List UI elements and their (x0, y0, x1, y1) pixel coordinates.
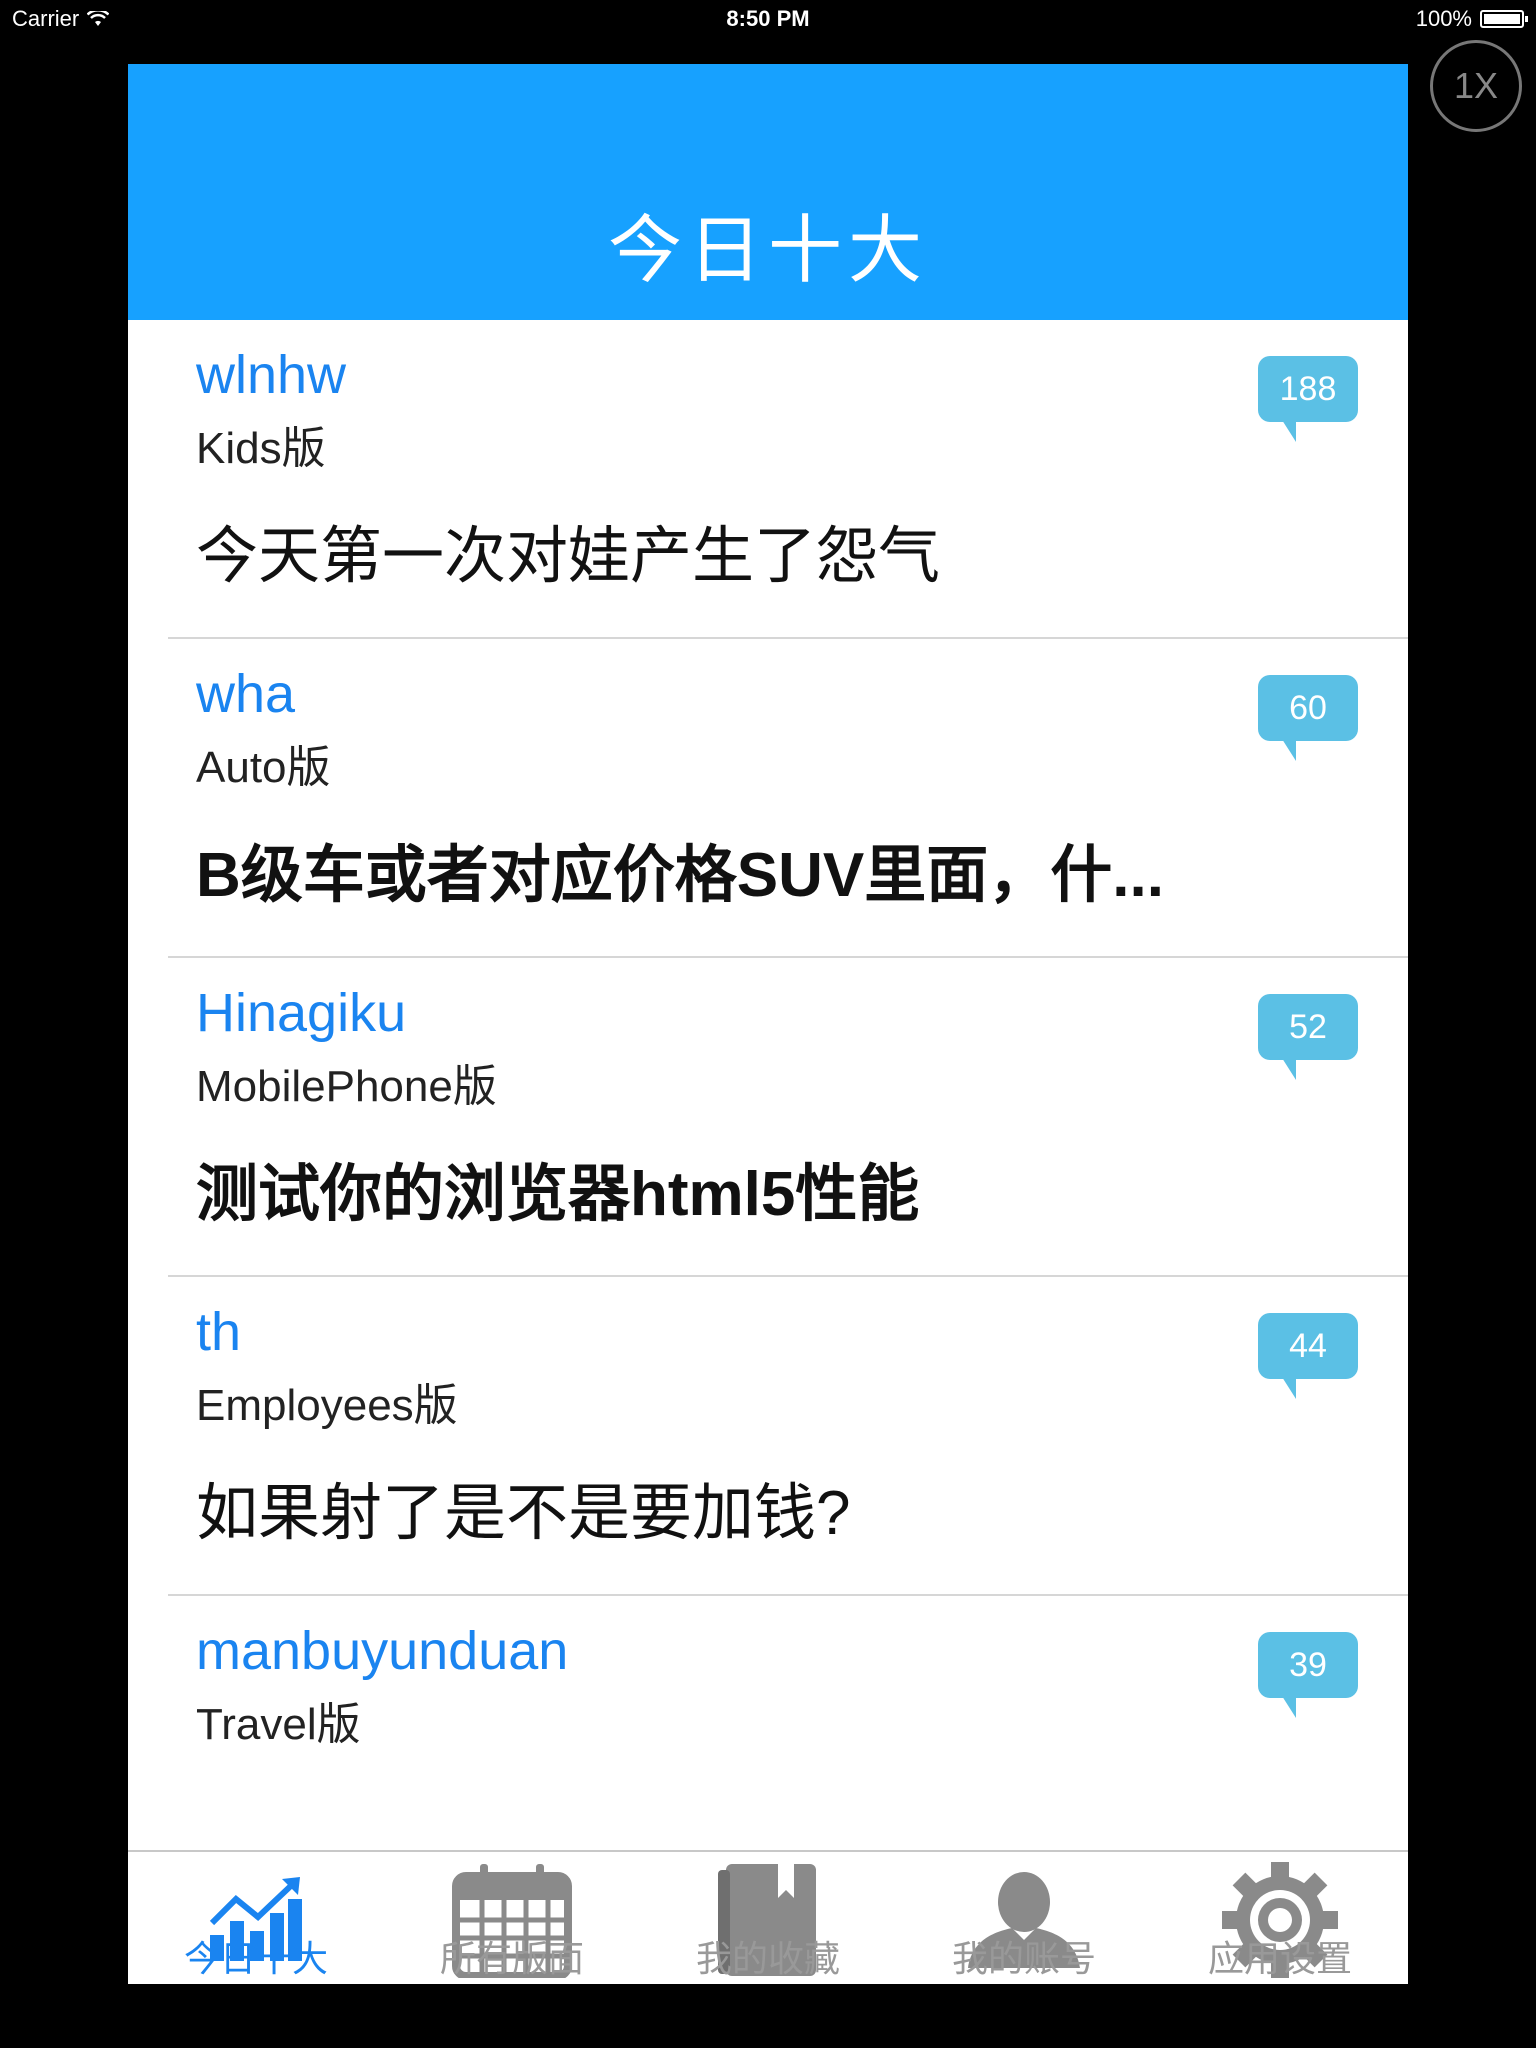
reply-count-badge: 44 (1258, 1313, 1358, 1399)
nav-bar: 今日十大 (128, 64, 1408, 320)
topic-board: Kids版 (196, 424, 326, 473)
topic-row[interactable]: wha Auto版 60 B级车或者对应价格SUV里面，什... (168, 639, 1408, 958)
reply-count-badge: 188 (1258, 356, 1358, 442)
topic-list[interactable]: wlnhw Kids版 188 今天第一次对娃产生了怨气 wha Auto版 6… (128, 320, 1408, 1850)
reply-count-badge: 52 (1258, 994, 1358, 1080)
tab-favorites[interactable]: 我的收藏 (640, 1852, 896, 1984)
topic-author[interactable]: wlnhw (196, 344, 346, 406)
topic-board: MobilePhone版 (196, 1062, 497, 1111)
topic-row[interactable]: manbuyunduan Travel版 39 (168, 1596, 1408, 1850)
topic-author[interactable]: th (196, 1301, 241, 1363)
topic-title: 今天第一次对娃产生了怨气 (196, 522, 941, 591)
reply-count: 44 (1289, 1326, 1327, 1365)
page-title: 今日十大 (608, 208, 928, 292)
tab-top-ten[interactable]: 今日十大 (128, 1852, 384, 1984)
topic-title: 测试你的浏览器html5性能 (196, 1160, 920, 1229)
topic-title: B级车或者对应价格SUV里面，什... (196, 841, 1164, 910)
battery-icon (1480, 10, 1528, 28)
tab-label: 我的收藏 (695, 1938, 840, 1979)
tab-settings[interactable]: 应用设置 (1152, 1852, 1408, 1984)
topic-title: 如果射了是不是要加钱? (196, 1479, 851, 1548)
topic-board: Travel版 (196, 1700, 361, 1749)
status-bar: Carrier 8:50 PM 100% (0, 0, 1536, 40)
topic-author[interactable]: wha (196, 663, 295, 725)
topic-author[interactable]: Hinagiku (196, 982, 406, 1044)
topic-board: Auto版 (196, 743, 331, 792)
battery-percent: 100% (1415, 6, 1472, 31)
zoom-button[interactable]: 1X (1430, 40, 1522, 132)
app-window: 今日十大 wlnhw Kids版 188 今天第一次对娃产生了怨气 wha Au… (128, 64, 1408, 1984)
reply-count-badge: 60 (1258, 675, 1358, 761)
topic-row[interactable]: Hinagiku MobilePhone版 52 测试你的浏览器html5性能 (168, 958, 1408, 1277)
reply-count: 52 (1289, 1007, 1327, 1046)
tab-all-boards[interactable]: 所有版面 (384, 1852, 640, 1984)
reply-count: 39 (1289, 1645, 1327, 1684)
tab-label: 所有版面 (439, 1938, 584, 1979)
topic-row[interactable]: wlnhw Kids版 188 今天第一次对娃产生了怨气 (168, 320, 1408, 639)
reply-count: 60 (1289, 688, 1327, 727)
reply-count-badge: 39 (1258, 1632, 1358, 1718)
tab-bar: 今日十大 所有版面 我的收藏 我的账号 应用设置 (128, 1850, 1408, 1984)
battery-indicator: 100% (1415, 6, 1528, 32)
status-time: 8:50 PM (726, 6, 810, 31)
topic-board: Employees版 (196, 1381, 458, 1430)
reply-count: 188 (1279, 369, 1337, 408)
topic-row[interactable]: th Employees版 44 如果射了是不是要加钱? (168, 1277, 1408, 1596)
topic-author[interactable]: manbuyunduan (196, 1620, 568, 1682)
tab-account[interactable]: 我的账号 (896, 1852, 1152, 1984)
tab-label: 应用设置 (1207, 1938, 1352, 1979)
tab-label: 我的账号 (951, 1938, 1096, 1979)
tab-label: 今日十大 (183, 1938, 328, 1979)
